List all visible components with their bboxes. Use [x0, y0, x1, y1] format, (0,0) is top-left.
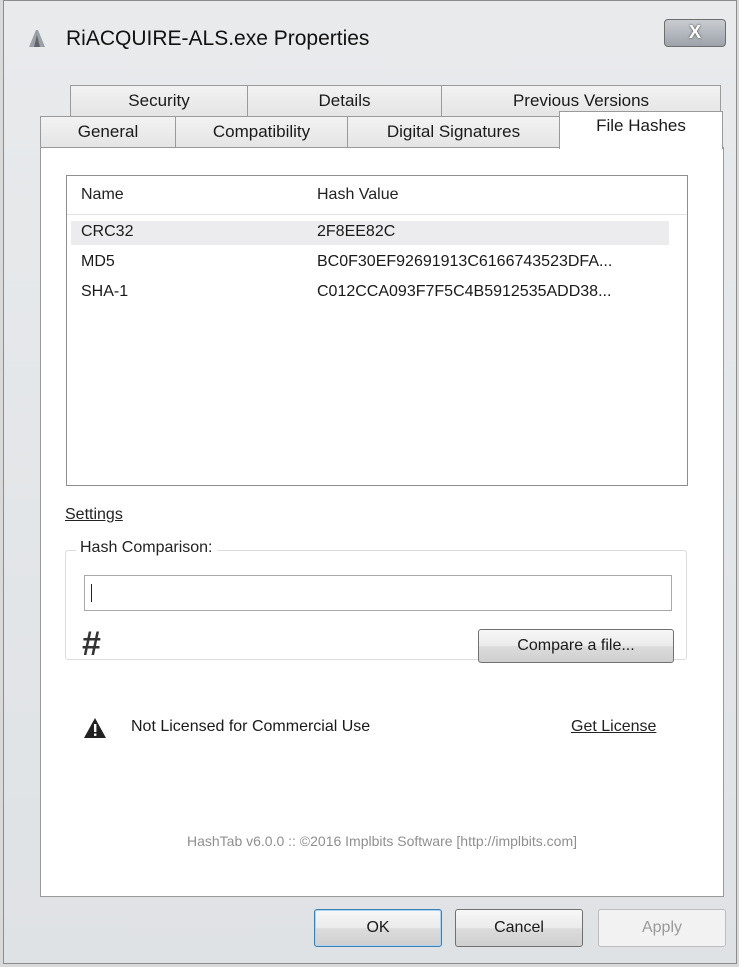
app-icon	[26, 27, 48, 49]
hash-value: 2F8EE82C	[317, 223, 396, 240]
hash-icon: #	[82, 625, 101, 663]
hash-list[interactable]: Name Hash Value CRC32 2F8EE82C MD5 BC0F3…	[66, 175, 688, 486]
warning-icon	[83, 717, 107, 744]
tab-digital-signatures[interactable]: Digital Signatures	[347, 116, 560, 148]
file-hashes-panel: Name Hash Value CRC32 2F8EE82C MD5 BC0F3…	[40, 147, 724, 897]
ok-button[interactable]: OK	[314, 909, 442, 947]
hash-name: CRC32	[81, 223, 134, 240]
tab-label: Digital Signatures	[386, 122, 521, 141]
tab-label: Compatibility	[212, 122, 311, 141]
compare-file-button[interactable]: Compare a file...	[478, 629, 674, 663]
window-title: RiACQUIRE-ALS.exe Properties	[66, 27, 370, 50]
footer-credits: HashTab v6.0.0 :: ©2016 Implbits Softwar…	[186, 833, 578, 849]
title-bar: RiACQUIRE-ALS.exe Properties X	[4, 1, 736, 85]
tab-file-hashes[interactable]: File Hashes	[559, 111, 723, 149]
hash-name: MD5	[81, 253, 115, 270]
get-license-link[interactable]: Get License	[571, 718, 656, 736]
hash-comparison-label: Hash Comparison:	[76, 539, 217, 557]
apply-button[interactable]: Apply	[598, 909, 726, 947]
tab-label: Security	[128, 91, 190, 110]
hash-comparison-group: Hash Comparison: # Compare a file...	[65, 539, 687, 663]
close-button[interactable]: X	[664, 19, 726, 47]
hash-row-crc32[interactable]: CRC32 2F8EE82C	[71, 221, 669, 245]
tab-details[interactable]: Details	[247, 85, 442, 117]
hash-comparison-input[interactable]	[84, 575, 672, 611]
properties-window: RiACQUIRE-ALS.exe Properties X Security …	[3, 0, 737, 964]
hash-row-md5[interactable]: MD5 BC0F30EF92691913C6166743523DFA...	[71, 251, 669, 275]
tab-label: Details	[318, 91, 371, 110]
close-icon: X	[688, 22, 701, 42]
hash-value: C012CCA093F7F5C4B5912535ADD38...	[317, 283, 612, 300]
text-caret	[91, 584, 92, 602]
tab-security[interactable]: Security	[70, 85, 248, 117]
tab-label: File Hashes	[596, 116, 686, 135]
cancel-button[interactable]: Cancel	[455, 909, 583, 947]
hash-row-sha1[interactable]: SHA-1 C012CCA093F7F5C4B5912535ADD38...	[71, 281, 669, 305]
column-header-hash-value[interactable]: Hash Value	[317, 186, 399, 204]
tab-label: Previous Versions	[512, 91, 650, 110]
license-warning-text: Not Licensed for Commercial Use	[131, 718, 371, 735]
column-header-name[interactable]: Name	[81, 186, 124, 204]
hash-value: BC0F30EF92691913C6166743523DFA...	[317, 253, 613, 270]
settings-link[interactable]: Settings	[65, 506, 123, 524]
hash-name: SHA-1	[81, 283, 129, 300]
tab-compatibility[interactable]: Compatibility	[175, 116, 348, 148]
tab-label: General	[77, 122, 139, 141]
hash-list-header: Name Hash Value	[67, 176, 687, 215]
tab-general[interactable]: General	[40, 116, 176, 148]
